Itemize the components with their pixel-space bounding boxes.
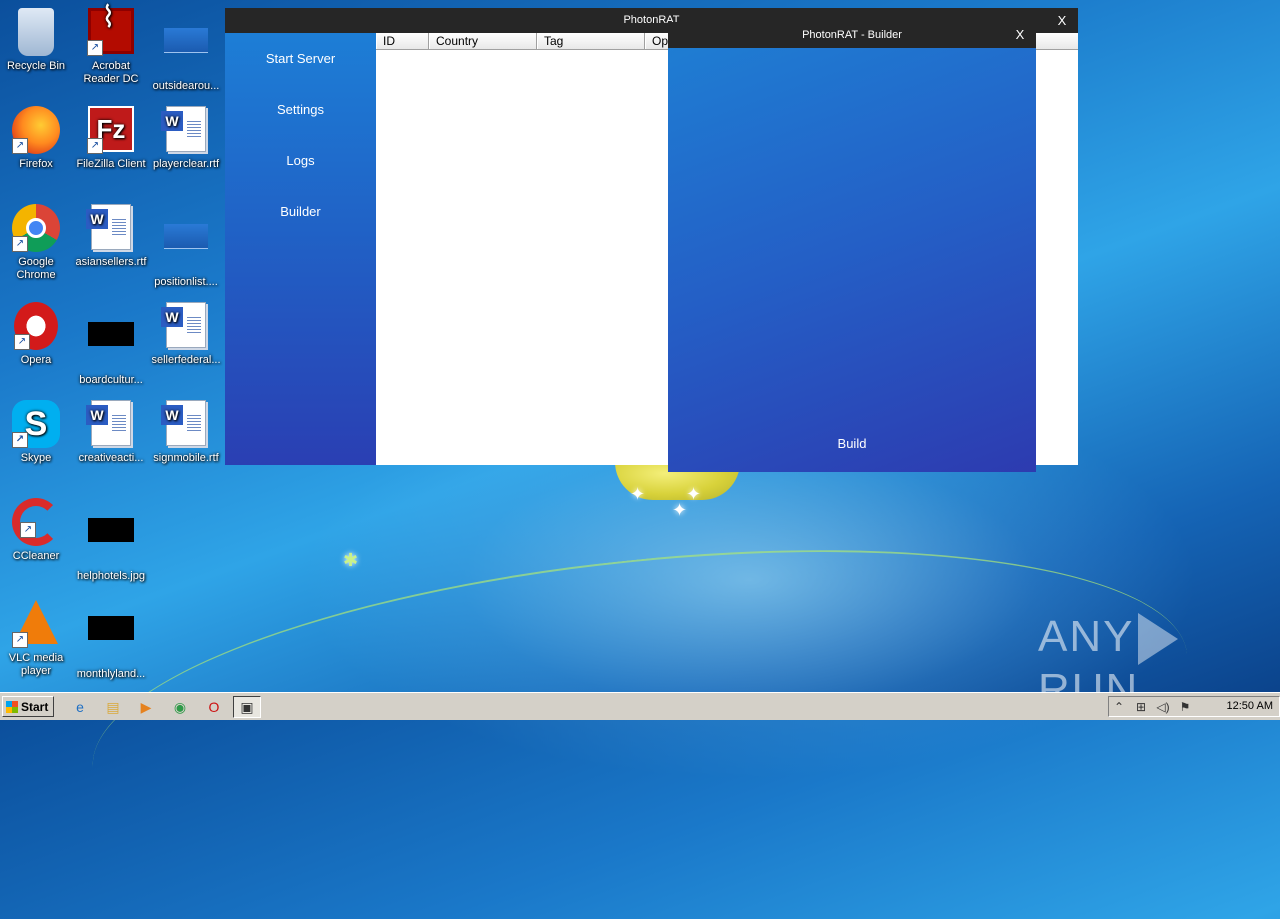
- start-label: Start: [21, 700, 49, 714]
- desktop-icon-monthlyland[interactable]: monthlyland...: [74, 596, 148, 681]
- desktop-icon-sellerfederal[interactable]: sellerfederal...: [149, 302, 223, 367]
- desktop-icon-label: Opera: [20, 354, 52, 366]
- desktop-icon-filezilla[interactable]: Fz ↗ FileZilla Client: [74, 106, 148, 171]
- sidebar-item-settings[interactable]: Settings: [225, 84, 376, 135]
- image-icon: [87, 518, 135, 566]
- taskbar-photonrat-button[interactable]: ▣: [233, 696, 261, 718]
- file-icon: [162, 224, 210, 272]
- desktop-icon-label: asiansellers.rtf: [75, 256, 147, 268]
- sparkle-icon: ✱: [343, 550, 359, 570]
- folder-icon[interactable]: ▤: [104, 698, 122, 716]
- windows-logo-icon: [6, 701, 18, 713]
- firefox-icon: ↗: [12, 106, 60, 154]
- word-doc-icon: [161, 400, 210, 448]
- desktop-icon-label: Firefox: [19, 158, 53, 170]
- app-window-icon: ▣: [240, 699, 254, 715]
- chrome-icon: ↗: [12, 204, 60, 252]
- desktop-icon-acrobat[interactable]: ↗ Acrobat Reader DC: [74, 8, 148, 86]
- column-header-tag[interactable]: Tag: [537, 33, 645, 49]
- opera-icon: ↗: [14, 302, 58, 350]
- chrome-icon[interactable]: ◉: [171, 698, 189, 716]
- network-icon[interactable]: ⊞: [1133, 699, 1149, 715]
- media-player-icon[interactable]: ▶: [137, 698, 155, 716]
- word-doc-icon: [161, 106, 210, 154]
- opera-icon[interactable]: O: [205, 698, 223, 716]
- watermark-text-left: ANY: [1038, 612, 1135, 661]
- sidebar-item-logs[interactable]: Logs: [225, 135, 376, 186]
- builder-window-titlebar[interactable]: PhotonRAT - Builder X: [668, 22, 1036, 48]
- sparkle-icon: ✦: [630, 484, 646, 504]
- desktop-icon-boardcultur[interactable]: boardcultur...: [74, 302, 148, 387]
- desktop-icon-label: positionlist....: [154, 276, 218, 288]
- close-icon[interactable]: X: [1054, 8, 1070, 33]
- filezilla-icon: Fz ↗: [87, 106, 135, 154]
- desktop-icon-playerclear[interactable]: playerclear.rtf: [149, 106, 223, 171]
- desktop-icon-label: signmobile.rtf: [153, 452, 219, 464]
- desktop-icon-label: helphotels.jpg: [77, 570, 145, 582]
- desktop-icon-label: VLC media player: [8, 652, 64, 677]
- sidebar-item-start-server[interactable]: Start Server: [225, 33, 376, 84]
- desktop-icon-label: Google Chrome: [16, 256, 56, 281]
- ie-icon[interactable]: e: [71, 698, 89, 716]
- desktop-icon-signmobile[interactable]: signmobile.rtf: [149, 400, 223, 465]
- start-button[interactable]: Start: [2, 696, 54, 717]
- desktop-icon-label: Recycle Bin: [6, 60, 66, 72]
- column-header-id[interactable]: ID: [376, 33, 429, 49]
- acrobat-icon: ↗: [87, 8, 135, 56]
- sparkle-icon: ✦: [672, 500, 688, 520]
- sparkle-icon: ✦: [686, 484, 702, 504]
- desktop-icon-opera[interactable]: ↗ Opera: [0, 302, 73, 367]
- system-tray: ⌃ ⊞ ◁) ⚑ 12:50 AM: [1108, 696, 1280, 717]
- desktop-icon-outsidearou[interactable]: outsidearou...: [149, 8, 223, 93]
- desktop-icon-ccleaner[interactable]: ↗ CCleaner: [0, 498, 73, 563]
- desktop-icon-chrome[interactable]: ↗ Google Chrome: [0, 204, 73, 282]
- desktop-icon-label: playerclear.rtf: [152, 158, 220, 170]
- main-sidebar: Start Server Settings Logs Builder: [225, 33, 376, 465]
- image-icon: [87, 616, 135, 664]
- desktop-icon-label: CCleaner: [12, 550, 60, 562]
- photonrat-builder-window: PhotonRAT - Builder X Build: [668, 22, 1036, 472]
- desktop-icon-recycle-bin[interactable]: Recycle Bin: [0, 8, 73, 73]
- column-header-country[interactable]: Country: [429, 33, 537, 49]
- clock[interactable]: 12:50 AM: [1227, 700, 1273, 712]
- desktop-icon-firefox[interactable]: ↗ Firefox: [0, 106, 73, 171]
- desktop-icon-label: outsidearou...: [152, 80, 220, 92]
- desktop-icon-label: sellerfederal...: [151, 354, 221, 366]
- word-doc-icon: [86, 400, 135, 448]
- volume-icon[interactable]: ◁): [1155, 699, 1171, 715]
- flag-icon[interactable]: ⚑: [1177, 699, 1193, 715]
- desktop-icon-label: Acrobat Reader DC: [83, 60, 139, 85]
- desktop-icon-helphotels[interactable]: helphotels.jpg: [74, 498, 148, 583]
- ccleaner-icon: ↗: [12, 498, 60, 546]
- vlc-icon: ↗: [12, 600, 60, 648]
- desktop-icon-label: creativeacti...: [78, 452, 144, 464]
- word-doc-icon: [161, 302, 210, 350]
- desktop-icon-label: monthlyland...: [76, 668, 146, 680]
- skype-icon: S ↗: [12, 400, 60, 448]
- build-button[interactable]: Build: [668, 436, 1036, 451]
- recycle-bin-icon: [18, 8, 54, 56]
- desktop-icon-creativeacti[interactable]: creativeacti...: [74, 400, 148, 465]
- word-doc-icon: [86, 204, 135, 252]
- chevron-up-icon[interactable]: ⌃: [1111, 699, 1127, 715]
- close-icon[interactable]: X: [1012, 22, 1028, 48]
- desktop-icon-label: Skype: [20, 452, 52, 464]
- file-icon: [162, 28, 210, 76]
- desktop-icon-label: boardcultur...: [79, 374, 143, 386]
- taskbar: Start e ▤ ▶ ◉ O ▣ ⌃ ⊞ ◁) ⚑ 12:50 AM: [0, 692, 1280, 720]
- desktop-icon-skype[interactable]: S ↗ Skype: [0, 400, 73, 465]
- builder-window-title: PhotonRAT - Builder: [802, 29, 902, 41]
- play-icon: [1138, 613, 1179, 666]
- desktop-icon-positionlist[interactable]: positionlist....: [149, 204, 223, 289]
- desktop-icon-asiansellers[interactable]: asiansellers.rtf: [74, 204, 148, 269]
- desktop-icon-label: FileZilla Client: [76, 158, 146, 170]
- desktop-icon-vlc[interactable]: ↗ VLC media player: [0, 596, 73, 678]
- image-icon: [87, 322, 135, 370]
- sidebar-item-builder[interactable]: Builder: [225, 186, 376, 237]
